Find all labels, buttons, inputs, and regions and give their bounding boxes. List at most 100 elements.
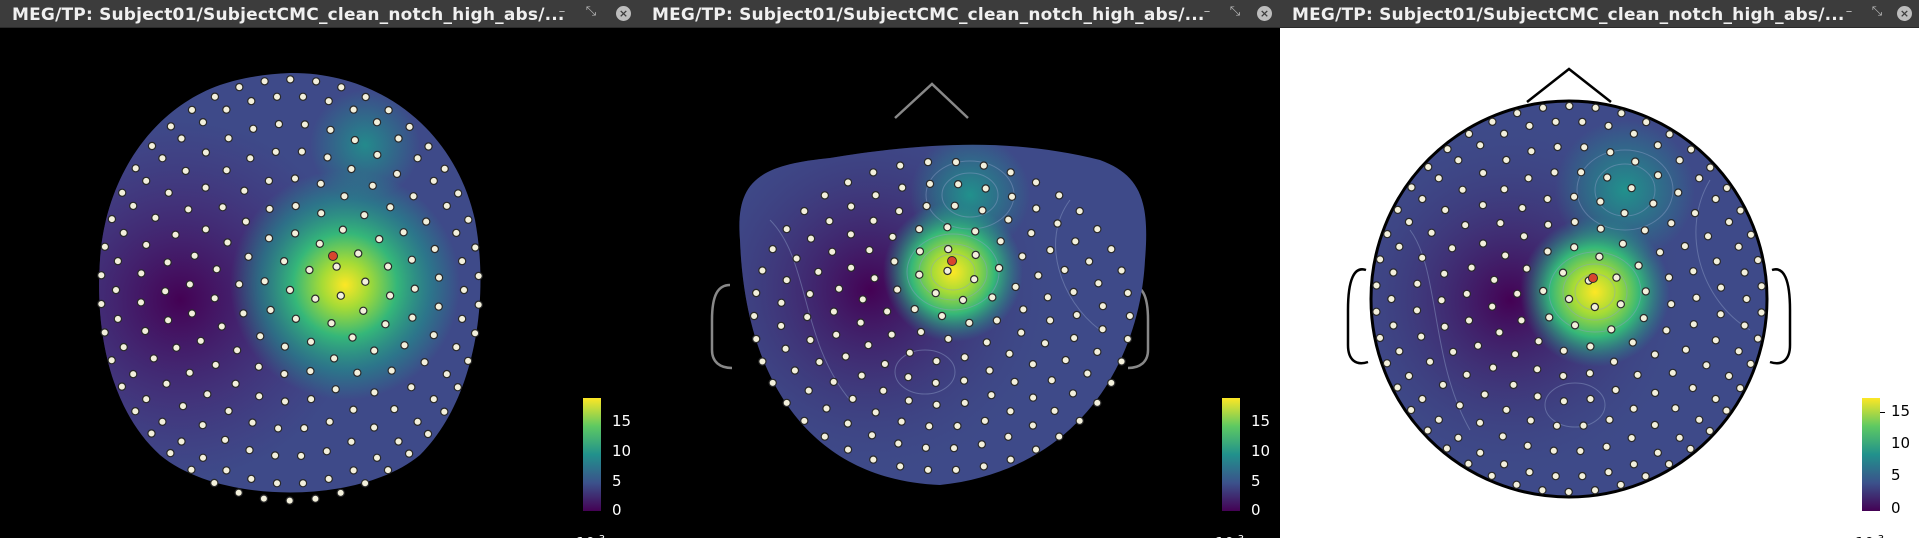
sensor-marker[interactable] xyxy=(1478,168,1488,178)
sensor-marker[interactable] xyxy=(1686,145,1696,154)
sensor-marker[interactable] xyxy=(843,178,853,187)
sensor-marker[interactable] xyxy=(870,274,879,283)
sensor-marker[interactable] xyxy=(163,316,173,325)
sensor-marker[interactable] xyxy=(1475,418,1485,427)
sensor-marker[interactable] xyxy=(1559,397,1569,406)
sensor-marker[interactable] xyxy=(1604,121,1613,131)
sensor-marker[interactable] xyxy=(1375,333,1385,343)
sensor-marker[interactable] xyxy=(949,443,959,453)
sensor-marker[interactable] xyxy=(111,285,121,295)
sensor-marker[interactable] xyxy=(1407,183,1416,192)
sensor-marker[interactable] xyxy=(311,494,320,503)
sensor-marker[interactable] xyxy=(959,376,969,385)
sensor-marker[interactable] xyxy=(1611,385,1620,395)
sensor-marker[interactable] xyxy=(1524,173,1533,183)
sensor-marker[interactable] xyxy=(162,379,171,388)
sensor-marker[interactable] xyxy=(1010,377,1019,387)
sensor-marker[interactable] xyxy=(1550,168,1559,177)
sensor-marker[interactable] xyxy=(1590,302,1599,312)
sensor-marker[interactable] xyxy=(1107,378,1116,388)
sensor-marker[interactable] xyxy=(1564,294,1574,304)
sensor-marker[interactable] xyxy=(953,179,963,189)
sensor-marker[interactable] xyxy=(210,92,220,101)
sensor-marker[interactable] xyxy=(1455,401,1464,410)
sensor-marker[interactable] xyxy=(1454,155,1463,165)
sensor-marker[interactable] xyxy=(1389,321,1398,330)
sensor-marker[interactable] xyxy=(864,340,873,350)
sensor-marker[interactable] xyxy=(248,418,257,427)
sensor-marker[interactable] xyxy=(1487,471,1496,481)
sensor-marker[interactable] xyxy=(1616,300,1625,309)
sensor-marker[interactable] xyxy=(1489,275,1499,285)
sensor-marker[interactable] xyxy=(247,96,256,106)
sensor-marker[interactable] xyxy=(266,305,275,315)
sensor-marker[interactable] xyxy=(1509,380,1518,390)
sensor-marker[interactable] xyxy=(1047,376,1056,385)
sensor-marker[interactable] xyxy=(1711,194,1720,204)
sensor-marker[interactable] xyxy=(782,398,791,408)
sensor-marker[interactable] xyxy=(925,179,935,189)
sensor-marker[interactable] xyxy=(829,377,838,387)
sensor-marker[interactable] xyxy=(232,346,242,355)
sensor-marker[interactable] xyxy=(1093,347,1102,357)
sensor-marker[interactable] xyxy=(1706,163,1715,172)
sensor-marker[interactable] xyxy=(1083,369,1092,378)
sensor-marker[interactable] xyxy=(131,164,140,173)
sensor-marker[interactable] xyxy=(201,148,211,157)
sensor-marker[interactable] xyxy=(1464,316,1474,325)
sensor-marker[interactable] xyxy=(1478,200,1488,210)
sensor-marker[interactable] xyxy=(1590,486,1600,495)
sensor-marker[interactable] xyxy=(149,354,158,363)
sensor-marker[interactable] xyxy=(410,284,419,293)
sensor-marker[interactable] xyxy=(1387,294,1396,304)
sensor-marker[interactable] xyxy=(1084,257,1094,266)
sensor-marker[interactable] xyxy=(1496,218,1505,228)
sensor-marker[interactable] xyxy=(234,488,243,497)
sensor-marker[interactable] xyxy=(879,386,888,395)
sensor-marker[interactable] xyxy=(1487,302,1497,311)
sensor-marker[interactable] xyxy=(1439,269,1449,278)
sensor-marker[interactable] xyxy=(1372,307,1381,316)
sensor-marker[interactable] xyxy=(915,224,924,234)
sensor-marker[interactable] xyxy=(1545,313,1554,322)
sensor-marker[interactable] xyxy=(1753,255,1763,265)
sensor-marker[interactable] xyxy=(211,360,220,370)
sensor-marker[interactable] xyxy=(768,378,777,388)
sensor-marker[interactable] xyxy=(274,119,284,129)
sensor-marker[interactable] xyxy=(323,153,332,162)
sensor-marker[interactable] xyxy=(1570,217,1579,227)
sensor-marker[interactable] xyxy=(198,453,208,462)
sensor-marker[interactable] xyxy=(843,445,853,454)
sensor-marker[interactable] xyxy=(1695,173,1704,183)
sensor-marker[interactable] xyxy=(841,352,850,361)
sensor-marker[interactable] xyxy=(1418,394,1427,404)
sensor-marker[interactable] xyxy=(359,306,368,315)
sensor-marker[interactable] xyxy=(1019,305,1028,314)
sensor-marker[interactable] xyxy=(329,354,339,363)
sensor-marker[interactable] xyxy=(1517,316,1526,325)
sensor-marker[interactable] xyxy=(896,462,905,471)
window-titlebar[interactable]: MEG/TP: Subject01/SubjectCMC_clean_notch… xyxy=(640,0,1280,28)
close-icon[interactable]: × xyxy=(1897,6,1912,21)
sensor-marker[interactable] xyxy=(951,157,961,167)
sensor-marker[interactable] xyxy=(846,263,856,272)
sensor-marker[interactable] xyxy=(470,329,480,338)
sensor-marker[interactable] xyxy=(368,181,377,190)
sensor-marker[interactable] xyxy=(1680,241,1690,251)
topography-2d-disc[interactable] xyxy=(1280,28,1919,538)
sensor-marker[interactable] xyxy=(1603,173,1612,182)
sensor-marker[interactable] xyxy=(119,228,128,238)
sensor-marker[interactable] xyxy=(1050,406,1059,416)
sensor-marker[interactable] xyxy=(1011,282,1020,292)
sensor-marker[interactable] xyxy=(1460,220,1470,230)
sensor-marker[interactable] xyxy=(777,298,786,307)
sensor-marker[interactable] xyxy=(1559,346,1568,355)
sensor-marker[interactable] xyxy=(1416,332,1426,341)
sensor-marker[interactable] xyxy=(1454,433,1463,442)
sensor-marker[interactable] xyxy=(1034,271,1043,280)
sensor-marker[interactable] xyxy=(187,465,196,474)
sensor-marker[interactable] xyxy=(413,417,422,426)
sensor-marker[interactable] xyxy=(1543,247,1552,256)
sensor-marker[interactable] xyxy=(1665,130,1674,139)
sensor-marker[interactable] xyxy=(407,383,416,392)
